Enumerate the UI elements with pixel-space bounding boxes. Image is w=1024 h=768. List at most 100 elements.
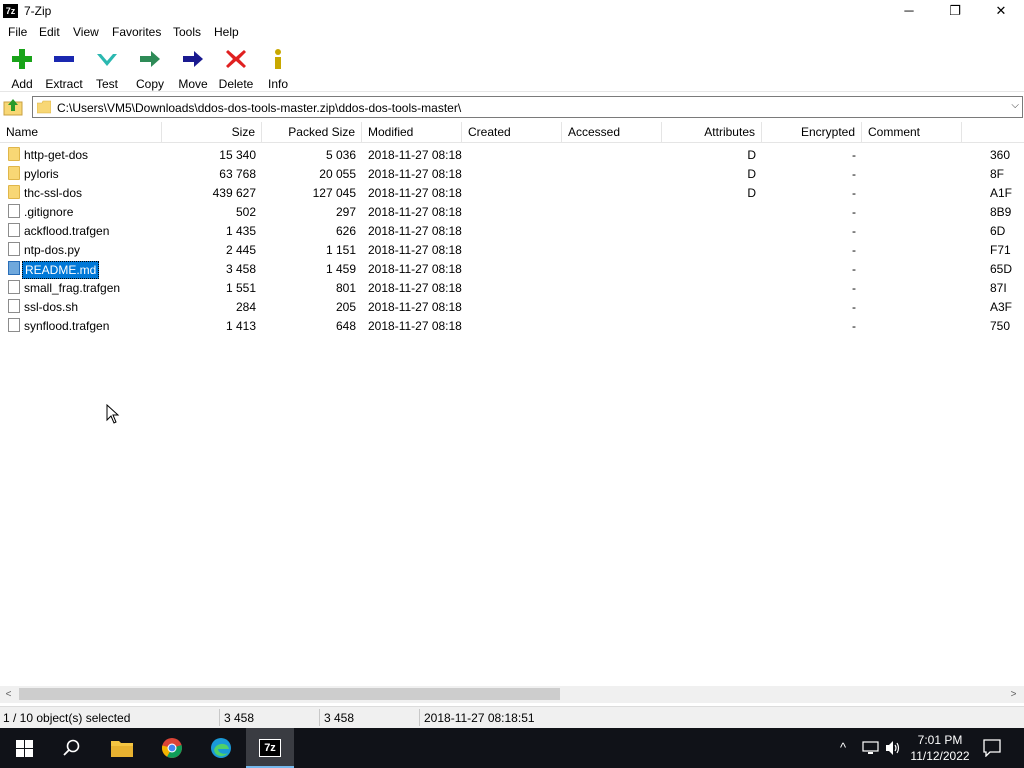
copy-label: Copy — [135, 77, 164, 91]
cell-packed-size: 1 151 — [325, 243, 356, 257]
volume-icon[interactable] — [885, 740, 901, 756]
scroll-right-arrow-icon[interactable]: > — [1005, 686, 1022, 703]
cell-crc: 6D — [990, 224, 1006, 238]
cell-attributes: D — [747, 186, 756, 200]
menu-edit[interactable]: Edit — [39, 25, 60, 39]
cell-size: 284 — [235, 300, 256, 314]
taskbar-7zip[interactable]: 7z — [246, 728, 294, 768]
menu-tools[interactable]: Tools — [173, 25, 201, 39]
toolbar: Add Extract Test Copy Move Delete Info — [0, 44, 1024, 92]
cell-size: 502 — [235, 205, 256, 219]
table-row[interactable]: README.md 3 458 1 459 2018-11-27 08:18 - 65D — [0, 259, 1024, 279]
cell-modified: 2018-11-27 08:18 — [368, 262, 462, 276]
cell-name: ackflood.trafgen — [24, 224, 110, 238]
edge-icon — [211, 738, 231, 758]
delete-button[interactable]: Delete — [214, 48, 258, 92]
address-bar[interactable]: C:\Users\VM5\Downloads\ddos-dos-tools-ma… — [32, 96, 1023, 118]
cell-packed-size: 648 — [335, 319, 356, 333]
menu-help[interactable]: Help — [214, 25, 239, 39]
extract-button[interactable]: Extract — [42, 48, 86, 92]
close-button[interactable]: ✕ — [978, 0, 1024, 22]
cell-crc: 750 — [990, 319, 1011, 333]
taskbar-file-explorer[interactable] — [98, 728, 146, 768]
menu-bar: File Edit View Favorites Tools Help — [0, 23, 1024, 42]
add-button[interactable]: Add — [0, 48, 44, 92]
file-icon — [8, 261, 20, 275]
maximize-button[interactable]: ❐ — [932, 0, 978, 22]
table-row[interactable]: .gitignore 502 297 2018-11-27 08:18 - 8B9 — [0, 202, 1024, 221]
app-window: 7z 7-Zip ─ ❐ ✕ File Edit View Favorites … — [0, 0, 1024, 728]
file-icon — [8, 242, 20, 256]
taskbar-edge[interactable] — [197, 728, 245, 768]
copy-button[interactable]: Copy — [128, 48, 172, 92]
table-row[interactable]: small_frag.trafgen 1 551 801 2018-11-27 08:… — [0, 278, 1024, 297]
status-size: 3 458 — [224, 711, 255, 725]
cell-attributes: D — [747, 148, 756, 162]
cell-name: ntp-dos.py — [24, 243, 81, 257]
cell-name: small_frag.trafgen — [24, 281, 121, 295]
network-icon[interactable] — [862, 741, 879, 755]
column-created[interactable]: Created — [462, 122, 562, 143]
file-icon — [8, 318, 20, 332]
info-button[interactable]: Info — [256, 48, 300, 92]
move-arrow-icon — [183, 51, 203, 67]
test-button[interactable]: Test — [85, 48, 129, 92]
minimize-button[interactable]: ─ — [886, 0, 932, 22]
cell-size: 15 340 — [219, 148, 256, 162]
file-icon — [8, 299, 20, 313]
tray-chevron-icon[interactable]: ^ — [840, 740, 846, 755]
cell-modified: 2018-11-27 08:18 — [368, 281, 462, 295]
cell-name: README.md — [22, 261, 100, 279]
column-accessed[interactable]: Accessed — [562, 122, 662, 143]
clock-date: 11/12/2022 — [910, 749, 970, 763]
cell-encrypted: - — [852, 205, 856, 219]
cell-size: 1 413 — [225, 319, 256, 333]
table-row[interactable]: synflood.trafgen 1 413 648 2018-11-27 08:18… — [0, 316, 1024, 335]
menu-favorites[interactable]: Favorites — [112, 25, 161, 39]
notification-icon[interactable] — [983, 739, 1001, 757]
cell-crc: A3F — [990, 300, 1013, 314]
chevron-down-icon[interactable]: ⌵ — [1011, 100, 1019, 111]
info-icon — [275, 49, 281, 69]
cell-modified: 2018-11-27 08:18 — [368, 300, 462, 314]
column-comment[interactable]: Comment — [862, 122, 962, 143]
up-folder-icon[interactable] — [3, 97, 23, 117]
table-row[interactable]: ackflood.trafgen 1 435 626 2018-11-27 08:18… — [0, 221, 1024, 240]
address-row: C:\Users\VM5\Downloads\ddos-dos-tools-ma… — [0, 95, 1024, 119]
search-icon — [63, 739, 80, 756]
horizontal-scrollbar[interactable]: < > — [0, 686, 1024, 703]
cell-encrypted: - — [852, 167, 856, 181]
table-row[interactable]: ssl-dos.sh 284 205 2018-11-27 08:18 - A3F — [0, 297, 1024, 316]
column-modified[interactable]: Modified — [362, 122, 462, 143]
table-row[interactable]: ntp-dos.py 2 445 1 151 2018-11-27 08:18 - F71 — [0, 240, 1024, 259]
menu-file[interactable]: File — [8, 25, 27, 39]
column-size[interactable]: Size — [162, 122, 262, 143]
column-packed-size[interactable]: Packed Size — [262, 122, 362, 143]
cell-crc: 360 — [990, 148, 1011, 162]
taskbar-clock[interactable]: 7:01 PM 11/12/2022 — [902, 732, 978, 764]
add-label: Add — [11, 77, 33, 91]
window-title: 7-Zip — [24, 4, 52, 18]
file-explorer-icon — [111, 741, 133, 757]
move-button[interactable]: Move — [171, 48, 215, 92]
scroll-left-arrow-icon[interactable]: < — [0, 686, 17, 703]
list-header: Name Size Packed Size Modified Created A… — [0, 122, 1024, 143]
search-button[interactable] — [48, 728, 96, 768]
file-icon — [8, 223, 20, 237]
start-button[interactable] — [0, 728, 48, 768]
column-encrypted[interactable]: Encrypted — [762, 122, 862, 143]
column-attributes[interactable]: Attributes — [662, 122, 762, 143]
cell-packed-size: 5 036 — [325, 148, 356, 162]
cell-size: 1 551 — [225, 281, 256, 295]
cell-crc: 8F — [990, 167, 1005, 181]
table-row[interactable]: thc-ssl-dos 439 627 127 045 2018-11-27 08:1… — [0, 183, 1024, 202]
table-row[interactable]: pyloris 63 768 20 055 2018-11-27 08:18 D - 8F — [0, 164, 1024, 183]
cell-encrypted: - — [852, 243, 856, 257]
menu-view[interactable]: View — [73, 25, 99, 39]
table-row[interactable]: http-get-dos 15 340 5 036 2018-11-27 08:18 D… — [0, 145, 1024, 164]
column-name[interactable]: Name — [0, 122, 162, 143]
scroll-thumb[interactable] — [19, 688, 560, 700]
taskbar-chrome[interactable] — [148, 728, 196, 768]
folder-icon — [8, 185, 20, 199]
info-label: Info — [267, 77, 288, 91]
